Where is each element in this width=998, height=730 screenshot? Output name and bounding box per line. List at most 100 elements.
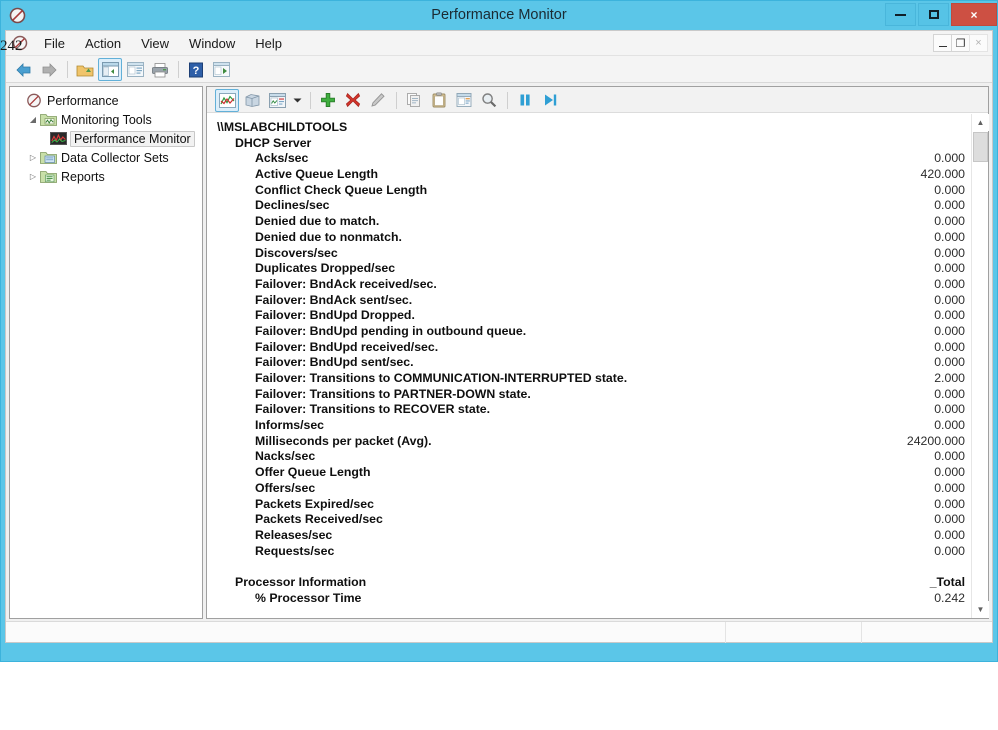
scroll-up-icon[interactable]: ▲ (972, 114, 989, 131)
window-play-icon (212, 62, 230, 77)
menu-view[interactable]: View (131, 33, 179, 54)
window-pane-icon (101, 62, 119, 77)
step-forward-icon (545, 94, 557, 106)
window-close-button[interactable]: × (951, 3, 997, 26)
help-button[interactable]: ? (184, 58, 208, 81)
report-row: Failover: BndUpd received/sec. 0.000 (207, 340, 971, 356)
report-counter-name: DHCP Server (235, 135, 312, 150)
report-row: Failover: BndUpd pending in outbound que… (207, 324, 971, 340)
report-counter-value: 0.000 (934, 261, 965, 276)
report-counter-value: 0.242 (934, 590, 965, 605)
report-counter-name: Requests/sec (255, 543, 335, 558)
view-report-button[interactable] (265, 89, 289, 112)
report-row: Denied due to nonmatch. 0.000 (207, 230, 971, 246)
view-dropdown-button[interactable] (290, 89, 304, 112)
paste-counter-list-button[interactable] (427, 89, 451, 112)
console-tree-pane: Performance ◢ Monitoring Tools Performan… (9, 86, 203, 619)
show-hide-console-tree-button[interactable] (98, 58, 122, 81)
properties-icon (456, 93, 472, 107)
zoom-button[interactable] (477, 89, 501, 112)
freeze-display-button[interactable] (513, 89, 537, 112)
mdi-client-area: File Action View Window Help ❐ × ? Perfo… (5, 30, 993, 643)
forward-button[interactable] (37, 58, 61, 81)
menu-file[interactable]: File (34, 33, 75, 54)
highlight-button[interactable] (366, 89, 390, 112)
report-counter-value: 0.000 (934, 292, 965, 307)
report-counter-name: Failover: Transitions to COMMUNICATION-I… (255, 371, 628, 385)
report-counter-name: Active Queue Length (255, 167, 378, 182)
report-counter-value: 0.000 (934, 339, 965, 354)
scrollbar-thumb[interactable] (973, 132, 988, 162)
window-props-icon (126, 62, 144, 77)
print-button[interactable] (148, 58, 172, 81)
scroll-down-icon[interactable]: ▼ (972, 601, 989, 618)
sidebar-item-reports[interactable]: ▷ Reports (12, 167, 202, 186)
report-counter-name: Packets Received/sec (255, 512, 383, 527)
view-line-graph-icon (218, 92, 236, 108)
report-counter-value: 0.000 (934, 480, 965, 495)
report-row: Packets Expired/sec 0.000 (207, 497, 971, 513)
sidebar-item-performance[interactable]: Performance (12, 91, 202, 110)
tree-expander-collapsed[interactable]: ▷ (26, 153, 40, 162)
report-counter-name: % Processor Time (255, 590, 362, 605)
report-counter-value: 0.000 (934, 496, 965, 511)
view-histogram-button[interactable] (240, 89, 264, 112)
pause-icon (520, 94, 530, 106)
delete-counter-button[interactable] (341, 89, 365, 112)
report-counter-value: 0.000 (934, 449, 965, 464)
tree-expander-expanded[interactable]: ◢ (26, 115, 40, 124)
menu-window[interactable]: Window (179, 33, 245, 54)
add-counter-icon (321, 93, 335, 107)
copy-properties-icon (407, 93, 420, 107)
report-row: Failover: Transitions to PARTNER-DOWN st… (207, 387, 971, 403)
view-histogram-icon (245, 93, 259, 107)
report-counter-name: Milliseconds per packet (Avg). (255, 433, 432, 448)
menu-action[interactable]: Action (75, 33, 131, 54)
report-counter-name: Failover: Transitions to RECOVER state. (255, 402, 491, 417)
report-row-spacer (207, 559, 971, 575)
zoom-icon (482, 93, 497, 108)
report-counter-name: Denied due to match. (255, 214, 380, 229)
sidebar-item-performance-monitor[interactable]: Performance Monitor (12, 129, 202, 148)
report-row: Failover: Transitions to COMMUNICATION-I… (207, 371, 971, 387)
report-counter-name: Acks/sec (255, 151, 309, 166)
report-row: Discovers/sec 0.000 (207, 246, 971, 262)
menu-help[interactable]: Help (245, 33, 292, 54)
properties-dialog-button[interactable] (452, 89, 476, 112)
folder-collector-icon (40, 152, 57, 164)
new-window-button[interactable] (209, 58, 233, 81)
svg-text:?: ? (193, 65, 200, 77)
question-icon: ? (189, 62, 203, 77)
report-row: % Processor Time 0.242 (207, 591, 971, 607)
report-row: \\MSLABCHILDTOOLS (207, 120, 971, 136)
report-counter-name: Declines/sec (255, 198, 330, 213)
mdi-restore-button[interactable]: ❐ (951, 34, 970, 52)
report-view[interactable]: \\MSLABCHILDTOOLS DHCP Server Acks/sec 0.00… (207, 114, 971, 618)
view-line-graph-button[interactable] (215, 88, 239, 112)
report-counter-name: Discovers/sec (255, 245, 338, 260)
mdi-minimize-button[interactable] (933, 34, 952, 52)
report-row: Declines/sec 0.000 (207, 198, 971, 214)
add-counter-button[interactable] (316, 89, 340, 112)
back-button[interactable] (12, 58, 36, 81)
sidebar-item-monitoring-tools[interactable]: ◢ Monitoring Tools (12, 110, 202, 129)
sidebar-item-label: Monitoring Tools (61, 112, 152, 127)
report-counter-value: 0.000 (934, 182, 965, 197)
update-data-button[interactable] (538, 89, 562, 112)
report-vertical-scrollbar[interactable]: ▲ ▼ (971, 114, 989, 618)
report-counter-value: 0.000 (934, 229, 965, 244)
properties-button[interactable] (123, 58, 147, 81)
window-maximize-button[interactable] (918, 3, 949, 26)
window-minimize-button[interactable] (885, 3, 916, 26)
perfmon-chart-icon (50, 132, 67, 145)
report-counter-name: Releases/sec (255, 527, 333, 542)
up-one-level-button[interactable] (73, 58, 97, 81)
report-counter-value: 0.000 (934, 151, 965, 166)
sidebar-item-data-collector-sets[interactable]: ▷ Data Collector Sets (12, 148, 202, 167)
report-counter-value: 0.000 (934, 512, 965, 527)
tree-expander-collapsed-2[interactable]: ▷ (26, 172, 40, 181)
status-pane-tertiary (862, 622, 992, 643)
report-counter-value: 420.000 (920, 167, 965, 182)
report-counter-name: Denied due to nonmatch. (255, 229, 402, 244)
copy-properties-button[interactable] (402, 89, 426, 112)
